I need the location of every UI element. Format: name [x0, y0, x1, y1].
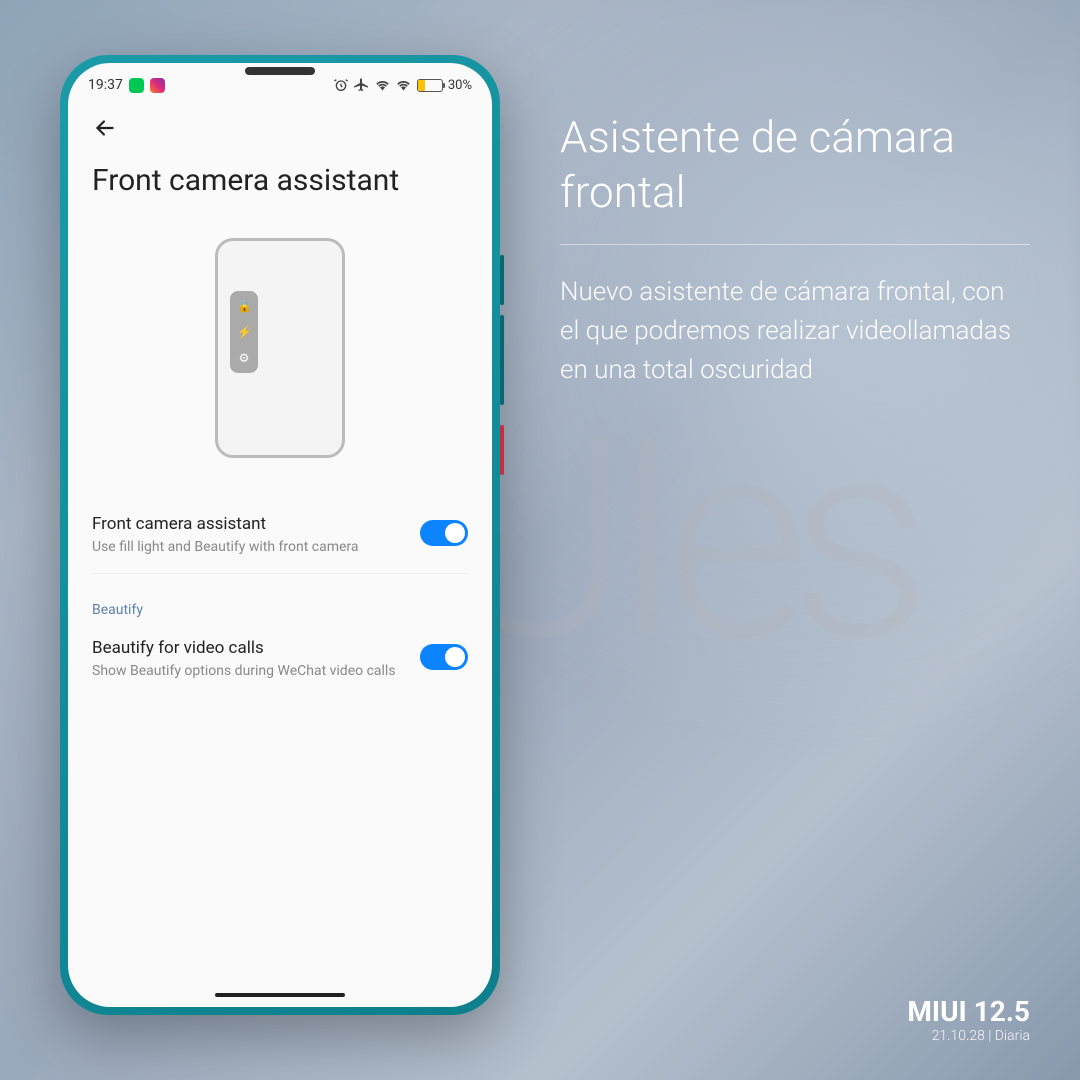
- battery-icon: [417, 79, 443, 92]
- notif-app-icon-2: [150, 78, 165, 93]
- setting-beautify-desc: Show Beautify options during WeChat vide…: [92, 662, 408, 681]
- phone-volume-down: [500, 315, 504, 405]
- setting-fca-title: Front camera assistant: [92, 514, 408, 534]
- footer-brand: MIUI 12.5: [907, 995, 1030, 1028]
- notif-app-icon-1: [129, 78, 144, 93]
- promo-title: Asistente de cámara frontal: [560, 110, 1030, 220]
- promo-divider: [560, 244, 1030, 245]
- setting-front-camera-assistant[interactable]: Front camera assistant Use fill light an…: [68, 498, 492, 573]
- setting-beautify-title: Beautify for video calls: [92, 638, 408, 658]
- toggle-beautify-video-calls[interactable]: [420, 644, 468, 670]
- phone-notch: [245, 67, 315, 75]
- phone-power-button: [500, 425, 504, 475]
- phone-frame: 19:37 30%: [60, 55, 500, 1015]
- phone-volume-up: [500, 255, 504, 305]
- back-button[interactable]: [92, 119, 118, 147]
- illus-lock-icon: 🔒: [237, 299, 251, 313]
- footer-build: 21.10.28 | Diaria: [907, 1028, 1030, 1044]
- alarm-icon: [333, 77, 349, 93]
- home-indicator[interactable]: [215, 993, 345, 997]
- illus-flash-icon: ⚡: [237, 325, 251, 339]
- battery-percent: 30%: [448, 78, 472, 93]
- wifi-icon-2: [396, 77, 412, 93]
- setting-fca-desc: Use fill light and Beautify with front c…: [92, 538, 408, 557]
- promo-description: Nuevo asistente de cámara frontal, con e…: [560, 273, 1030, 390]
- illustration: 🔒 ⚡ ⚙: [68, 218, 492, 498]
- toggle-front-camera-assistant[interactable]: [420, 520, 468, 546]
- page-title: Front camera assistant: [68, 155, 492, 218]
- phone-screen: 19:37 30%: [68, 63, 492, 1007]
- status-time: 19:37: [88, 77, 123, 93]
- setting-beautify-video-calls[interactable]: Beautify for video calls Show Beautify o…: [68, 622, 492, 697]
- illus-gear-icon: ⚙: [237, 351, 251, 365]
- section-beautify-label: Beautify: [68, 574, 492, 622]
- airplane-icon: [354, 77, 370, 93]
- wifi-icon-1: [375, 77, 391, 93]
- footer: MIUI 12.5 21.10.28 | Diaria: [907, 995, 1030, 1044]
- promo-panel: Asistente de cámara frontal Nuevo asiste…: [560, 110, 1030, 390]
